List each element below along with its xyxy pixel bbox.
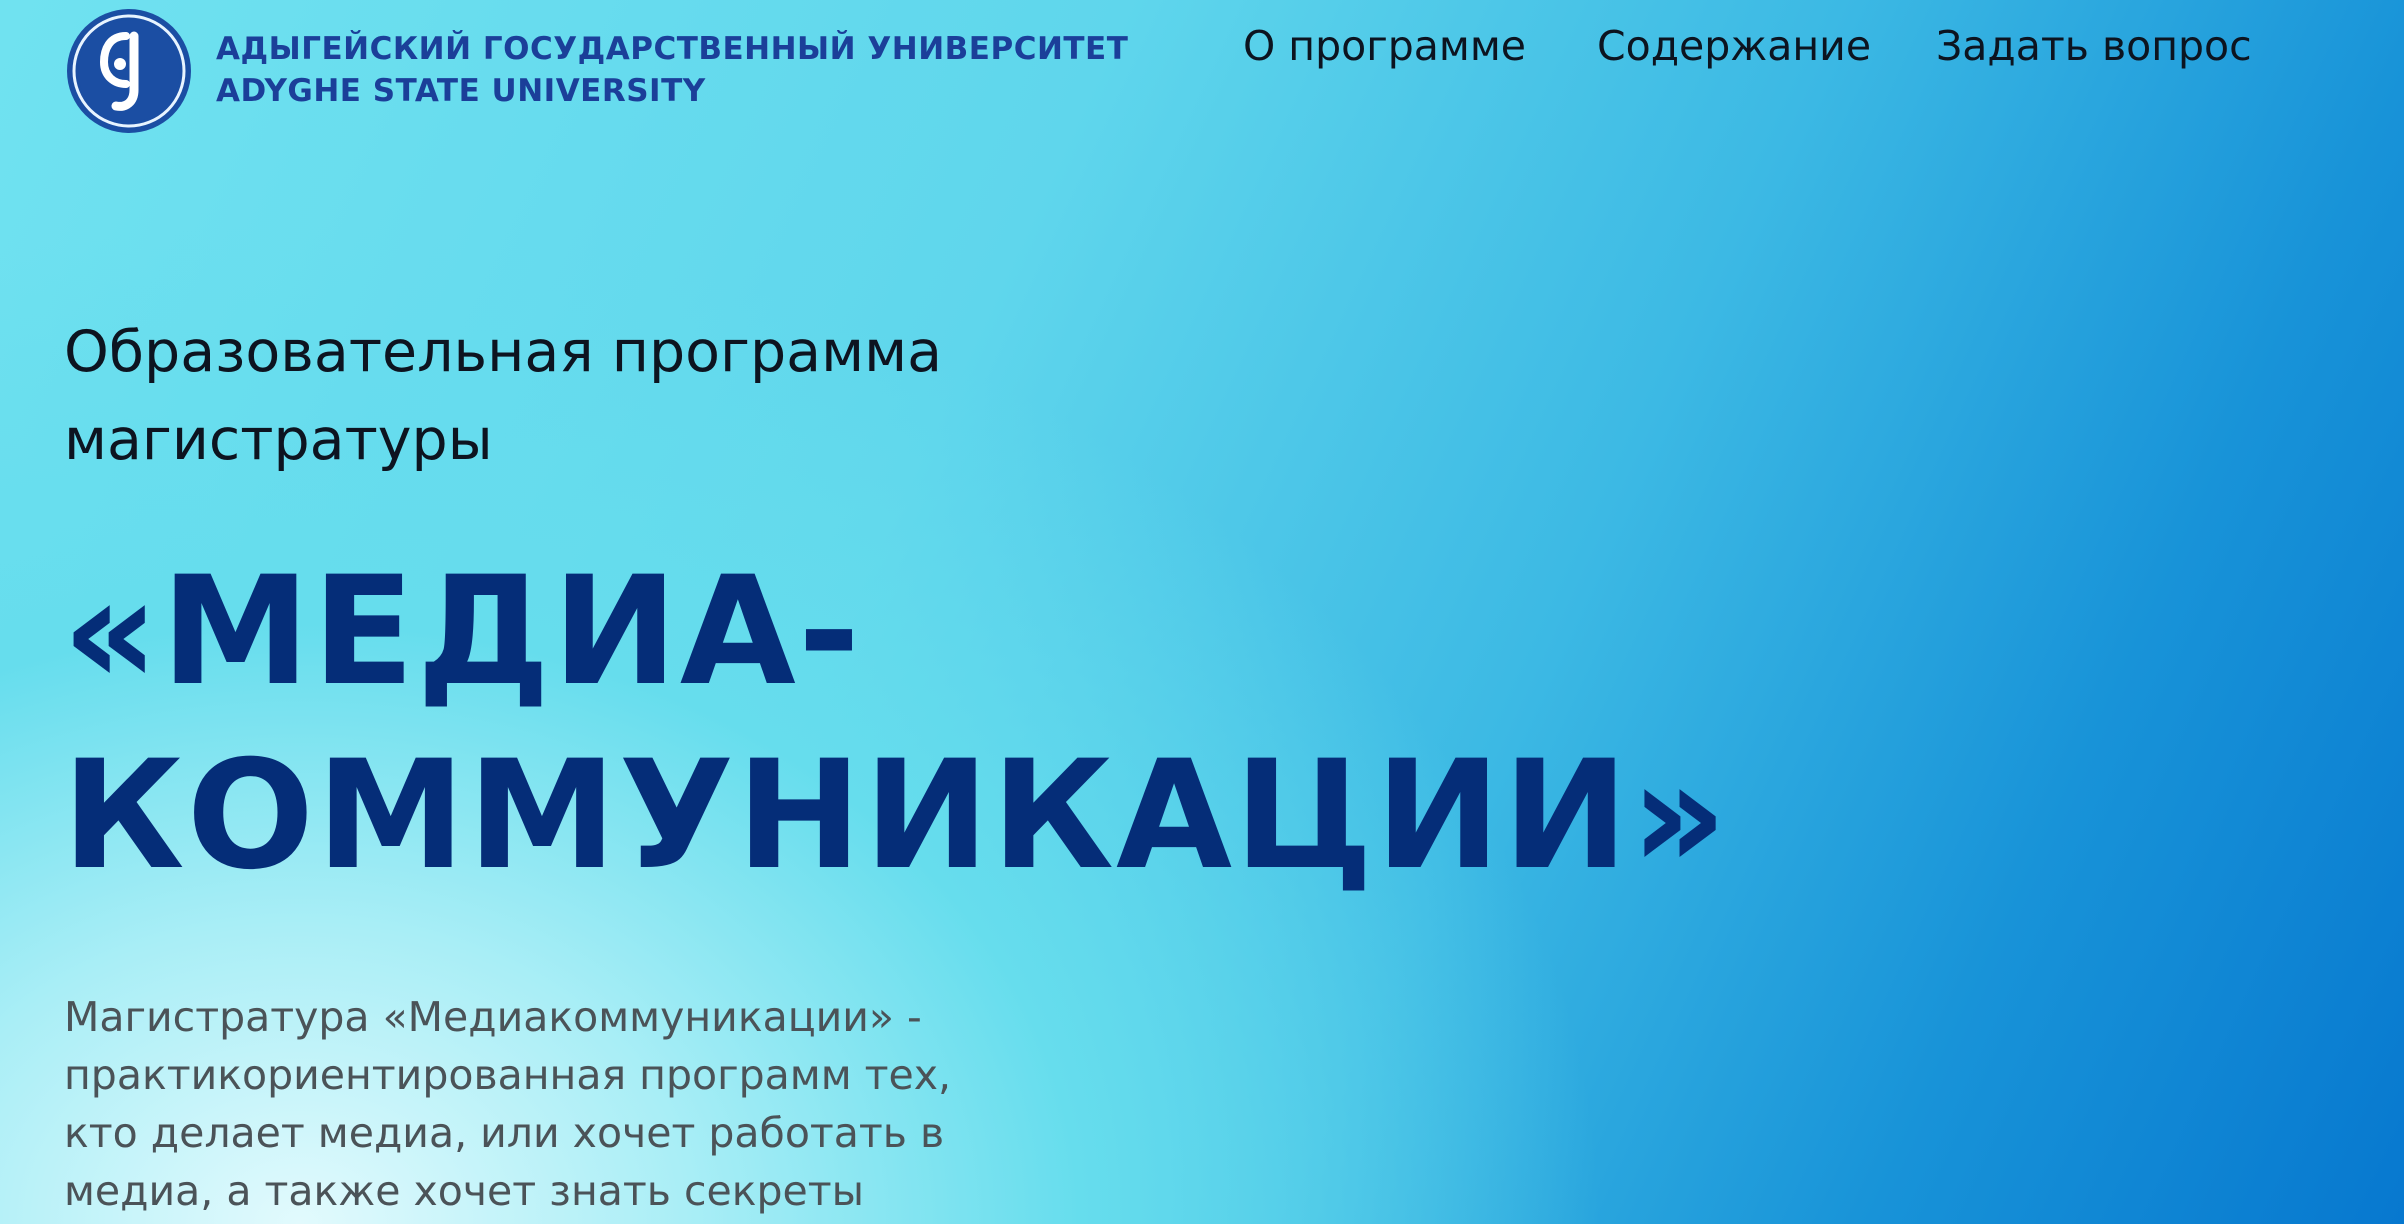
hero-subtitle-line-1: Образовательная программа <box>64 319 943 385</box>
hero-title-line-1: «МЕДИА- <box>62 545 863 719</box>
nav-link-about[interactable]: О программе <box>1243 18 1526 74</box>
hero-description: Магистратура «Медиакоммуникации» - практ… <box>64 988 964 1220</box>
university-name-ru: АДЫГЕЙСКИЙ ГОСУДАРСТВЕННЫЙ УНИВЕРСИТЕТ <box>216 31 1129 67</box>
university-name-en: ADYGHE STATE UNIVERSITY <box>216 73 706 109</box>
hero-title: «МЕДИА- КОММУНИКАЦИИ» <box>62 540 1762 908</box>
hero-description-line: Магистратура «Медиакоммуникации» - <box>64 993 922 1041</box>
hero-description-line: кто делает медиа, или хочет работать в <box>64 1109 945 1157</box>
hero-description-line: медиа, а также хочет знать секреты <box>64 1167 865 1215</box>
nav-link-ask-question[interactable]: Задать вопрос <box>1936 18 2252 74</box>
university-name[interactable]: АДЫГЕЙСКИЙ ГОСУДАРСТВЕННЫЙ УНИВЕРСИТЕТ A… <box>216 28 1128 112</box>
nav-link-contents[interactable]: Содержание <box>1597 18 1871 74</box>
hero-description-line: практикориентированная программ тех, <box>64 1051 952 1099</box>
university-emblem-icon[interactable] <box>64 6 194 136</box>
hero-subtitle-line-2: магистратуры <box>64 407 493 473</box>
site-header: АДЫГЕЙСКИЙ ГОСУДАРСТВЕННЫЙ УНИВЕРСИТЕТ A… <box>0 0 2404 150</box>
hero-subtitle: Образовательная программа магистратуры <box>64 308 1064 484</box>
hero-title-line-2: КОММУНИКАЦИИ» <box>62 729 1730 903</box>
